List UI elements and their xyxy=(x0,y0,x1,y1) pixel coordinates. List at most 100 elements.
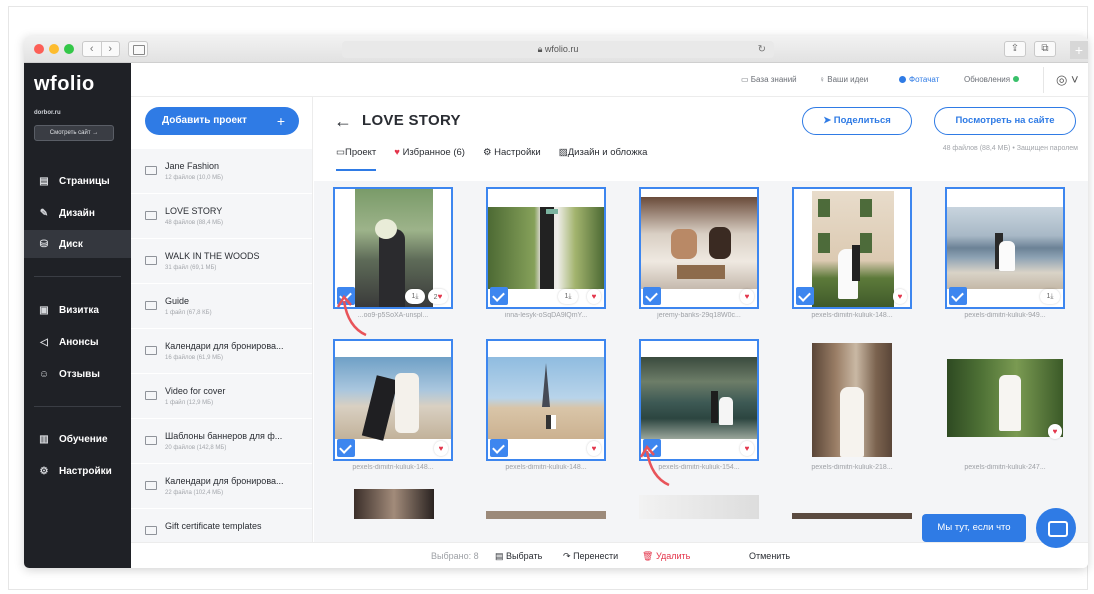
project-item[interactable]: Jane Fashion 12 файлов (10,0 МБ) xyxy=(131,149,312,194)
photo-tile[interactable]: 1⤓ 2♥ xyxy=(333,187,453,309)
share-button[interactable]: ➤ Поделиться xyxy=(802,107,912,135)
photo-thumbnail-partial[interactable] xyxy=(639,495,759,519)
updates-link[interactable]: Обновления xyxy=(964,75,1020,84)
photo-tile[interactable]: ♥ xyxy=(945,339,1065,461)
move-button[interactable]: ↷ Перенести xyxy=(563,551,618,562)
photo-thumbnail-partial[interactable] xyxy=(486,511,606,519)
sidebar-item-learning[interactable]: ▥ Обучение xyxy=(24,425,131,453)
back-nav-icon[interactable]: ‹ xyxy=(83,42,102,56)
zoom-window-button[interactable] xyxy=(64,44,74,54)
project-name: WALK IN THE WOODS xyxy=(165,251,260,261)
history-nav: ‹ › xyxy=(82,41,120,57)
delete-button[interactable]: 🗑︎ Удалить xyxy=(642,551,690,562)
sidebar-item-pages[interactable]: ▤ Страницы xyxy=(24,167,131,195)
cancel-button[interactable]: Отменить xyxy=(749,551,790,561)
knowledge-base-link[interactable]: ▭ База знаний xyxy=(741,75,797,84)
file-name: inna-lesyk-oSqDA9lQmY... xyxy=(504,312,588,319)
reload-icon[interactable]: ↻ xyxy=(758,41,766,58)
likes-badge: ♥ xyxy=(893,289,907,304)
project-name: Gift certificate templates xyxy=(165,521,262,531)
photo-thumbnail-partial[interactable] xyxy=(354,489,434,519)
chat-prompt[interactable]: Мы тут, если что xyxy=(922,514,1026,542)
folder-icon xyxy=(145,211,157,220)
project-item[interactable]: Календари для бронирова... 16 файлов (61… xyxy=(131,329,312,374)
folder-icon xyxy=(145,526,157,535)
selected-checkbox[interactable] xyxy=(949,287,967,305)
ideas-link[interactable]: ♀ Ваши идеи xyxy=(819,75,868,84)
close-window-button[interactable] xyxy=(34,44,44,54)
photo-tile[interactable] xyxy=(792,339,912,461)
selected-checkbox[interactable] xyxy=(643,287,661,305)
project-name: Video for cover xyxy=(165,386,226,396)
browser-window: ‹ › 🔒︎ wfolio.ru ↻ ⇪ ⧉ + wfolio dorbor.r… xyxy=(24,36,1088,568)
photo-thumbnail-partial[interactable] xyxy=(792,513,912,519)
tab-settings[interactable]: ⚙ Настройки xyxy=(483,147,541,171)
move-arrow-icon: ↷ xyxy=(563,551,571,561)
sidebar-toggle-icon[interactable] xyxy=(128,41,148,57)
sidebar-item-label: Отзывы xyxy=(59,368,100,380)
back-arrow-icon[interactable]: ← xyxy=(334,111,352,132)
browser-titlebar: ‹ › 🔒︎ wfolio.ru ↻ ⇪ ⧉ + xyxy=(24,36,1088,63)
photo-tile[interactable]: ♥ xyxy=(486,339,606,461)
send-icon: ➤ xyxy=(823,115,832,126)
sidebar-item-card[interactable]: ▣ Визитка xyxy=(24,296,131,324)
address-bar[interactable]: 🔒︎ wfolio.ru ↻ xyxy=(342,41,774,58)
card-icon: ▣ xyxy=(39,304,49,316)
project-item[interactable]: Календари для бронирова... 22 файла (102… xyxy=(131,464,312,509)
project-meta: 1 файл (12,9 МБ) xyxy=(165,400,214,406)
photo-tile[interactable]: ♥ xyxy=(639,187,759,309)
sidebar-divider xyxy=(34,406,121,407)
header-divider xyxy=(1043,67,1044,93)
forward-nav-icon[interactable]: › xyxy=(102,42,120,56)
project-name: LOVE STORY xyxy=(165,206,223,216)
account-menu-icon[interactable]: ◎ ˅ xyxy=(1056,72,1079,88)
view-site-button[interactable]: Смотреть сайт → xyxy=(34,125,114,141)
app-logo[interactable]: wfolio xyxy=(34,73,95,96)
tab-favorites[interactable]: ♥ Избранное (6) xyxy=(394,147,465,171)
likes-badge: ♥ xyxy=(740,289,754,304)
trash-icon: 🗑︎ xyxy=(642,551,654,561)
sidebar-item-reviews[interactable]: ☺ Отзывы xyxy=(24,360,131,388)
photochat-link[interactable]: Фотачат xyxy=(899,75,939,84)
tab-design[interactable]: ▨Дизайн и обложка xyxy=(559,147,648,171)
new-tab-icon[interactable]: + xyxy=(1070,41,1088,59)
selected-checkbox[interactable] xyxy=(490,439,508,457)
minimize-window-button[interactable] xyxy=(49,44,59,54)
tabs-overview-icon[interactable]: ⧉ xyxy=(1034,41,1056,57)
choose-button[interactable]: ▤ Выбрать xyxy=(495,551,542,562)
selection-bar: Выбрано: 8 ▤ Выбрать ↷ Перенести 🗑︎ Удал… xyxy=(131,542,1088,568)
selected-checkbox[interactable] xyxy=(796,287,814,305)
project-tabs: ▭Проект ♥ Избранное (6) ⚙ Настройки ▨Диз… xyxy=(336,147,647,171)
add-project-button[interactable]: Добавить проект + xyxy=(145,107,299,135)
sidebar-item-announcements[interactable]: ◁ Анонсы xyxy=(24,328,131,356)
likes-badge: ♥ xyxy=(587,441,601,456)
sidebar-item-design[interactable]: ✎ Дизайн xyxy=(24,199,131,227)
sidebar-item-disk[interactable]: ⛁ Диск xyxy=(24,230,131,258)
share-browser-icon[interactable]: ⇪ xyxy=(1004,41,1026,57)
photo-tile[interactable]: 1⤓ ♥ xyxy=(486,187,606,309)
project-item[interactable]: Шаблоны баннеров для ф... 20 файлов (142… xyxy=(131,419,312,464)
megaphone-icon: ◁ xyxy=(40,336,48,348)
photo-image xyxy=(792,339,912,461)
photo-tile[interactable]: ♥ xyxy=(333,339,453,461)
sidebar-item-settings[interactable]: ⚙ Настройки xyxy=(24,457,131,485)
project-item[interactable]: WALK IN THE WOODS 31 файл (69,1 МБ) xyxy=(131,239,312,284)
selected-checkbox[interactable] xyxy=(490,287,508,305)
tab-project[interactable]: ▭Проект xyxy=(336,147,377,171)
project-item-active[interactable]: LOVE STORY 48 файлов (88,4 МБ) xyxy=(131,194,312,239)
view-on-site-button[interactable]: Посмотреть на сайте xyxy=(934,107,1076,135)
project-item[interactable]: Video for cover 1 файл (12,9 МБ) xyxy=(131,374,312,419)
chat-icon[interactable] xyxy=(1036,508,1076,548)
selected-checkbox[interactable] xyxy=(337,439,355,457)
file-name: pexels-dimitri-kuliuk-148... xyxy=(352,464,434,471)
folder-icon xyxy=(145,346,157,355)
project-item[interactable]: Gift certificate templates xyxy=(131,509,312,542)
project-main: ← LOVE STORY ➤ Поделиться Посмотреть на … xyxy=(314,97,1088,542)
photo-tile[interactable]: 1⤓ xyxy=(945,187,1065,309)
project-name: Календари для бронирова... xyxy=(165,341,284,351)
sidebar-item-label: Анонсы xyxy=(59,336,99,348)
photo-tile[interactable]: ♥ xyxy=(792,187,912,309)
photo-grid: 1⤓ 2♥ ...oo9-p5SoXA-unspl... 1⤓ ♥ inna-l… xyxy=(314,181,1088,542)
folder-icon: ▭ xyxy=(336,147,345,158)
project-item[interactable]: Guide 1 файл (67,8 КБ) xyxy=(131,284,312,329)
